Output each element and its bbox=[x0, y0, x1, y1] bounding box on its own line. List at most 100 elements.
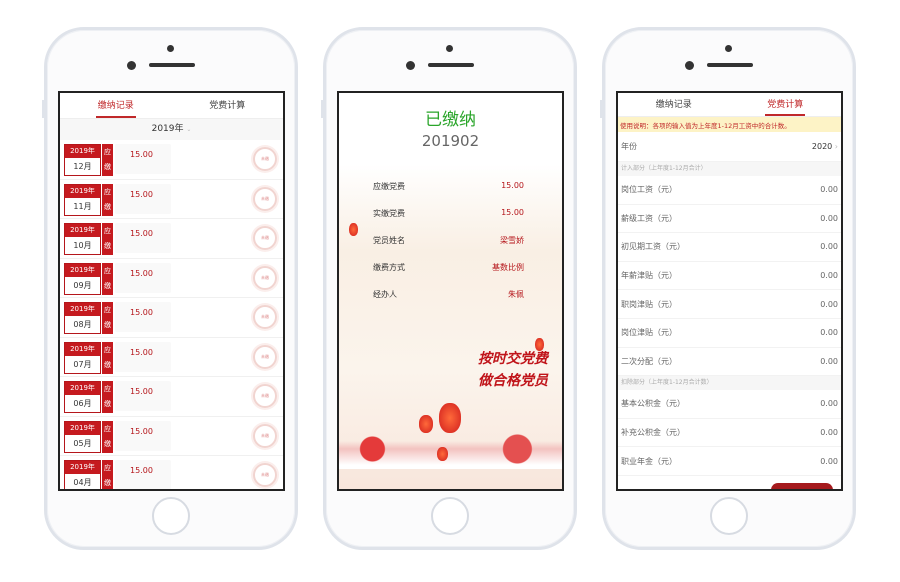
field-input[interactable]: 0.00 bbox=[820, 185, 838, 194]
unpaid-stamp-icon: 未缴 bbox=[253, 226, 277, 250]
date-block: 2019年 09月 bbox=[64, 262, 101, 295]
info-value: 梁雪娇 bbox=[500, 236, 524, 245]
unpaid-stamp-icon: 未缴 bbox=[253, 147, 277, 171]
salary-field[interactable]: 薪级工资（元） 0.00 bbox=[618, 205, 841, 234]
record-row[interactable]: 2019年 04月 应缴 15.00 未缴 bbox=[60, 456, 283, 489]
record-amount: 15.00 bbox=[115, 223, 171, 253]
date-block: 2019年 12月 bbox=[64, 144, 101, 176]
chevron-right-icon: › bbox=[834, 142, 838, 151]
year-row[interactable]: 年份 2020 › bbox=[618, 132, 841, 162]
salary-field[interactable]: 职业年金（元） 0.00 bbox=[618, 447, 841, 476]
record-row[interactable]: 2019年 06月 应缴 15.00 未缴 bbox=[60, 377, 283, 417]
chevron-down-icon: ⌄ bbox=[186, 126, 192, 133]
salary-field[interactable]: 初见期工资（元） 0.00 bbox=[618, 233, 841, 262]
field-label: 薪级工资（元） bbox=[621, 213, 677, 223]
info-value: 基数比例 bbox=[492, 263, 524, 272]
info-value: 15.00 bbox=[501, 208, 524, 217]
year-selector[interactable]: 2019年 ⌄ bbox=[60, 119, 283, 140]
deduct-fields: 基本公积金（元） 0.00 补充公积金（元） 0.00 职业年金（元） 0.00 bbox=[618, 390, 841, 476]
home-button[interactable] bbox=[152, 497, 190, 535]
field-label: 岗位津贴（元） bbox=[621, 328, 677, 338]
field-input[interactable]: 0.00 bbox=[820, 428, 838, 437]
record-year: 2019年 bbox=[65, 224, 100, 237]
due-tag: 应缴 bbox=[102, 381, 113, 413]
record-amount: 15.00 bbox=[115, 381, 171, 411]
calculate-button[interactable] bbox=[771, 483, 833, 489]
record-row[interactable]: 2019年 08月 应缴 15.00 未缴 bbox=[60, 298, 283, 338]
salary-field[interactable]: 年薪津贴（元） 0.00 bbox=[618, 262, 841, 291]
year-value: 2019年 bbox=[151, 124, 184, 134]
lantern-image bbox=[419, 415, 433, 433]
deduct-section-header: 扣除部分（上年度1-12月合计数） bbox=[618, 376, 841, 391]
records-list: 2019年 12月 应缴 15.00 未缴 2019年 11月 应缴 15.00 未… bbox=[60, 140, 283, 489]
record-year: 2019年 bbox=[65, 421, 100, 435]
field-input[interactable]: 0.00 bbox=[820, 457, 838, 466]
slogan-line: 做合格党员 bbox=[478, 373, 548, 389]
record-amount: 15.00 bbox=[115, 302, 171, 332]
field-label: 职岗津贴（元） bbox=[621, 299, 677, 309]
record-row[interactable]: 2019年 05月 应缴 15.00 未缴 bbox=[60, 416, 283, 456]
field-label: 初见期工资（元） bbox=[621, 242, 685, 252]
side-button bbox=[321, 100, 324, 118]
unpaid-stamp-icon: 未缴 bbox=[253, 384, 277, 408]
field-label: 二次分配（元） bbox=[621, 356, 677, 366]
salary-field[interactable]: 岗位津贴（元） 0.00 bbox=[618, 319, 841, 348]
record-row[interactable]: 2019年 12月 应缴 15.00 未缴 bbox=[60, 140, 283, 180]
field-input[interactable]: 0.00 bbox=[820, 300, 838, 309]
record-year: 2019年 bbox=[65, 145, 100, 158]
field-input[interactable]: 0.00 bbox=[820, 357, 838, 366]
record-row[interactable]: 2019年 11月 应缴 15.00 未缴 bbox=[60, 179, 283, 219]
tab-payment-records[interactable]: 缴纳记录 bbox=[60, 93, 172, 118]
record-year: 2019年 bbox=[65, 303, 100, 316]
field-input[interactable]: 0.00 bbox=[820, 271, 838, 280]
speaker bbox=[149, 63, 195, 67]
tab-payment-records[interactable]: 缴纳记录 bbox=[618, 93, 730, 116]
field-input[interactable]: 0.00 bbox=[820, 399, 838, 408]
due-tag: 应缴 bbox=[102, 223, 113, 255]
date-block: 2019年 06月 bbox=[64, 381, 101, 413]
payment-status: 已缴纳 bbox=[425, 110, 476, 130]
year-value: 2020 bbox=[811, 142, 833, 151]
field-input[interactable]: 0.00 bbox=[820, 214, 838, 223]
date-block: 2019年 04月 bbox=[64, 460, 101, 489]
camera bbox=[725, 45, 732, 52]
salary-field[interactable]: 基本公积金（元） 0.00 bbox=[618, 390, 841, 419]
side-button bbox=[42, 100, 45, 118]
info-label: 应缴党费 bbox=[373, 182, 405, 191]
info-row: 应缴党费 15.00 bbox=[373, 181, 524, 208]
record-month: 06月 bbox=[73, 399, 92, 408]
unpaid-stamp-icon: 未缴 bbox=[253, 463, 277, 487]
speaker bbox=[707, 63, 753, 67]
payment-period: 201902 bbox=[421, 132, 480, 150]
lantern-image bbox=[349, 223, 358, 236]
field-input[interactable]: 0.00 bbox=[820, 242, 838, 251]
due-tag: 应缴 bbox=[102, 144, 113, 176]
record-row[interactable]: 2019年 10月 应缴 15.00 未缴 bbox=[60, 219, 283, 259]
salary-field[interactable]: 二次分配（元） 0.00 bbox=[618, 348, 841, 377]
usage-notice: 使用说明：各项的输入值为上年度1-12月工资中的合计数。 bbox=[618, 117, 841, 132]
salary-field[interactable]: 职岗津贴（元） 0.00 bbox=[618, 290, 841, 319]
record-month: 11月 bbox=[73, 201, 92, 211]
detail-screen: 已缴纳 201902 应缴党费 15.00 实缴党费 15.00 党员姓名 梁雪娇 缴费方式… bbox=[337, 91, 564, 491]
income-fields: 岗位工资（元） 0.00 薪级工资（元） 0.00 初见期工资（元） 0.00 年薪津贴（元… bbox=[618, 176, 841, 377]
salary-field[interactable]: 岗位工资（元） 0.00 bbox=[618, 176, 841, 205]
salary-field[interactable]: 补充公积金（元） 0.00 bbox=[618, 419, 841, 448]
date-block: 2019年 10月 bbox=[64, 223, 101, 255]
home-button[interactable] bbox=[710, 497, 748, 535]
home-button[interactable] bbox=[431, 497, 469, 535]
tab-fee-calculation[interactable]: 党费计算 bbox=[730, 93, 842, 116]
info-row: 经办人 朱佩 bbox=[373, 289, 524, 316]
field-input[interactable]: 0.00 bbox=[820, 328, 838, 337]
info-label: 实缴党费 bbox=[373, 209, 405, 218]
side-button bbox=[600, 100, 603, 118]
lantern-image bbox=[439, 403, 461, 433]
record-row[interactable]: 2019年 09月 应缴 15.00 未缴 bbox=[60, 258, 283, 298]
record-row[interactable]: 2019年 07月 应缴 15.00 未缴 bbox=[60, 337, 283, 377]
unpaid-stamp-icon: 未缴 bbox=[253, 305, 277, 329]
record-year: 2019年 bbox=[65, 342, 100, 356]
tab-fee-calculation[interactable]: 党费计算 bbox=[172, 93, 284, 118]
date-block: 2019年 07月 bbox=[64, 341, 101, 374]
phone-frame-records: 缴纳记录 党费计算 2019年 ⌄ 2019年 12月 应缴 15.00 未缴 20… bbox=[42, 27, 298, 550]
speaker bbox=[428, 63, 474, 67]
record-month: 09月 bbox=[73, 280, 92, 290]
